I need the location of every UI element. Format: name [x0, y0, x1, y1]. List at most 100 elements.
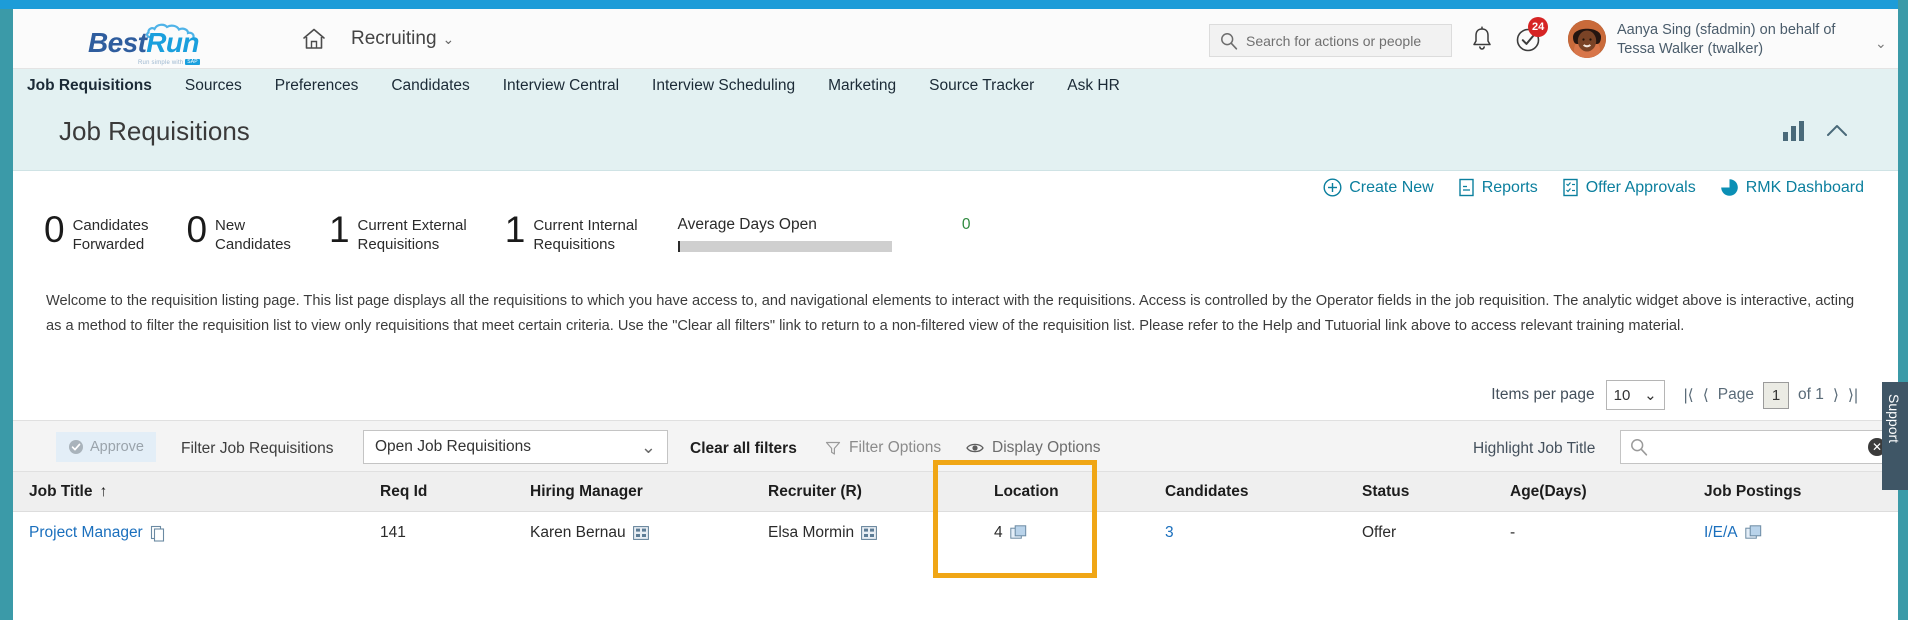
- highlight-job-title-input[interactable]: [1620, 430, 1904, 464]
- rmk-dashboard-button[interactable]: RMK Dashboard: [1720, 178, 1864, 197]
- left-accent-rail: [0, 0, 13, 620]
- kpi-average-days-open[interactable]: Average Days Open 0: [677, 216, 970, 252]
- app-header: BestRun Run simple with SAP Recruiting ⌄ …: [13, 9, 1898, 69]
- create-new-label: Create New: [1349, 178, 1434, 196]
- column-header-job-postings[interactable]: Job Postings: [1704, 483, 1801, 501]
- column-header-location[interactable]: Location: [994, 483, 1059, 501]
- home-icon[interactable]: [301, 26, 327, 52]
- support-tab[interactable]: Support: [1882, 382, 1908, 490]
- first-page-icon[interactable]: |⟨: [1684, 386, 1694, 405]
- search-icon: [1221, 33, 1238, 50]
- approval-list-icon: [1563, 178, 1578, 197]
- column-header-age-days[interactable]: Age(Days): [1510, 483, 1587, 501]
- multi-window-icon[interactable]: [1744, 525, 1762, 541]
- tab-interview-scheduling[interactable]: Interview Scheduling: [652, 77, 795, 95]
- user-account-label[interactable]: Aanya Sing (sfadmin) on behalf of Tessa …: [1617, 21, 1867, 59]
- column-header-status[interactable]: Status: [1362, 483, 1409, 501]
- tab-ask-hr[interactable]: Ask HR: [1067, 77, 1120, 95]
- create-new-button[interactable]: Create New: [1323, 178, 1434, 197]
- top-accent-bar: [13, 0, 1898, 9]
- total-pages-label: of 1: [1798, 386, 1824, 403]
- bestrun-logo[interactable]: BestRun Run simple with SAP: [88, 19, 213, 66]
- rmk-dashboard-label: RMK Dashboard: [1745, 178, 1864, 196]
- cell-age-days: -: [1510, 524, 1516, 541]
- tab-preferences[interactable]: Preferences: [275, 77, 359, 95]
- items-per-page-select[interactable]: 10 ⌄: [1605, 380, 1665, 410]
- org-chart-icon[interactable]: [632, 526, 649, 540]
- org-chart-icon[interactable]: [861, 526, 878, 540]
- chevron-up-icon[interactable]: [1823, 117, 1851, 145]
- page-title-band: Job Requisitions: [13, 103, 1898, 171]
- job-postings-link[interactable]: I/E/A: [1704, 524, 1738, 542]
- kpi-current-external-requisitions[interactable]: 1 Current External Requisitions: [329, 211, 467, 254]
- cell-location: 4: [994, 524, 1027, 542]
- display-options-button[interactable]: Display Options: [966, 439, 1101, 457]
- candidates-count-link[interactable]: 3: [1165, 524, 1174, 542]
- kpi-new-candidates[interactable]: 0 New Candidates: [186, 211, 291, 254]
- reports-label: Reports: [1481, 178, 1538, 196]
- tab-job-requisitions[interactable]: Job Requisitions: [27, 77, 152, 95]
- avatar[interactable]: [1568, 20, 1606, 58]
- check-circle-icon: [68, 440, 83, 454]
- table-header: Job Title ↑ Req Id Hiring Manager Recrui…: [13, 472, 1898, 512]
- reports-button[interactable]: Reports: [1458, 178, 1538, 197]
- logo-wordmark: BestRun: [88, 27, 200, 58]
- next-page-icon[interactable]: ⟩: [1833, 386, 1839, 405]
- last-page-icon[interactable]: ⟩|: [1848, 386, 1858, 405]
- highlight-job-title-label: Highlight Job Title: [1473, 440, 1596, 457]
- right-accent-rail: [1898, 0, 1908, 620]
- hiring-manager-name: Karen Bernau: [530, 524, 626, 541]
- page-number-input[interactable]: 1: [1763, 381, 1789, 409]
- job-title-link[interactable]: Project Manager: [29, 524, 143, 542]
- cell-status: Offer: [1362, 524, 1397, 541]
- kpi-candidates-forwarded[interactable]: 0 Candidates Forwarded: [44, 211, 149, 254]
- kpi-label-line1: Candidates: [72, 217, 149, 234]
- kpi-label-line2: Requisitions: [533, 236, 616, 253]
- sort-ascending-icon: ↑: [99, 483, 108, 500]
- logo-tagline-text: Run simple with: [138, 60, 184, 66]
- offer-approvals-button[interactable]: Offer Approvals: [1562, 178, 1696, 197]
- filter-job-requisitions-select[interactable]: Open Job Requisitions ⌄: [363, 430, 668, 464]
- global-search[interactable]: Search for actions or people: [1209, 24, 1452, 57]
- column-header-candidates[interactable]: Candidates: [1165, 483, 1249, 501]
- chevron-down-icon: ⌄: [442, 31, 455, 47]
- cell-hiring-manager: Karen Bernau: [530, 524, 649, 542]
- kpi-current-internal-requisitions[interactable]: 1 Current Internal Requisitions: [505, 211, 638, 254]
- tab-interview-central[interactable]: Interview Central: [503, 77, 619, 95]
- kpi-label: New Candidates: [215, 216, 291, 254]
- chevron-down-icon[interactable]: ⌄: [1875, 35, 1887, 52]
- filter-options-button[interactable]: Filter Options: [825, 439, 941, 457]
- column-header-recruiter[interactable]: Recruiter (R): [768, 483, 862, 501]
- module-menu[interactable]: Recruiting ⌄: [351, 28, 454, 50]
- kpi-label: Current Internal Requisitions: [533, 216, 637, 254]
- display-options-label: Display Options: [992, 439, 1101, 456]
- column-header-job-title[interactable]: Job Title ↑: [29, 483, 107, 501]
- logo-best-text: Best: [88, 27, 147, 58]
- column-header-hiring-manager[interactable]: Hiring Manager: [530, 483, 643, 501]
- tab-sources[interactable]: Sources: [185, 77, 242, 95]
- kpi-label-line1: Current Internal: [533, 217, 638, 234]
- sap-mark: SAP: [185, 59, 200, 65]
- tab-marketing[interactable]: Marketing: [828, 77, 896, 95]
- prev-page-icon[interactable]: ⟨: [1703, 386, 1709, 405]
- kpi-label-line1: Current External: [357, 217, 467, 234]
- kpi-value: 0: [186, 209, 208, 250]
- page-description: Welcome to the requisition listing page.…: [46, 293, 1855, 334]
- bar-chart-icon[interactable]: [1781, 119, 1807, 143]
- kpi-label-line1: New: [215, 217, 246, 234]
- chevron-down-icon: ⌄: [1644, 387, 1657, 404]
- cell-candidates: 3: [1165, 524, 1174, 542]
- filter-selected-value: Open Job Requisitions: [375, 438, 531, 455]
- multi-window-icon[interactable]: [1009, 525, 1027, 541]
- notification-count-badge[interactable]: 24: [1528, 17, 1549, 37]
- recruiter-name: Elsa Mormin: [768, 524, 855, 541]
- eye-icon: [966, 443, 984, 453]
- tab-candidates[interactable]: Candidates: [391, 77, 469, 95]
- copy-icon[interactable]: [150, 525, 166, 542]
- column-header-req-id[interactable]: Req Id: [380, 483, 427, 501]
- bell-icon[interactable]: [1470, 25, 1494, 53]
- tab-source-tracker[interactable]: Source Tracker: [929, 77, 1034, 95]
- logo-run-text: Run: [146, 27, 199, 58]
- clear-all-filters-link[interactable]: Clear all filters: [690, 440, 797, 458]
- left-rail-top-accent: [0, 0, 13, 9]
